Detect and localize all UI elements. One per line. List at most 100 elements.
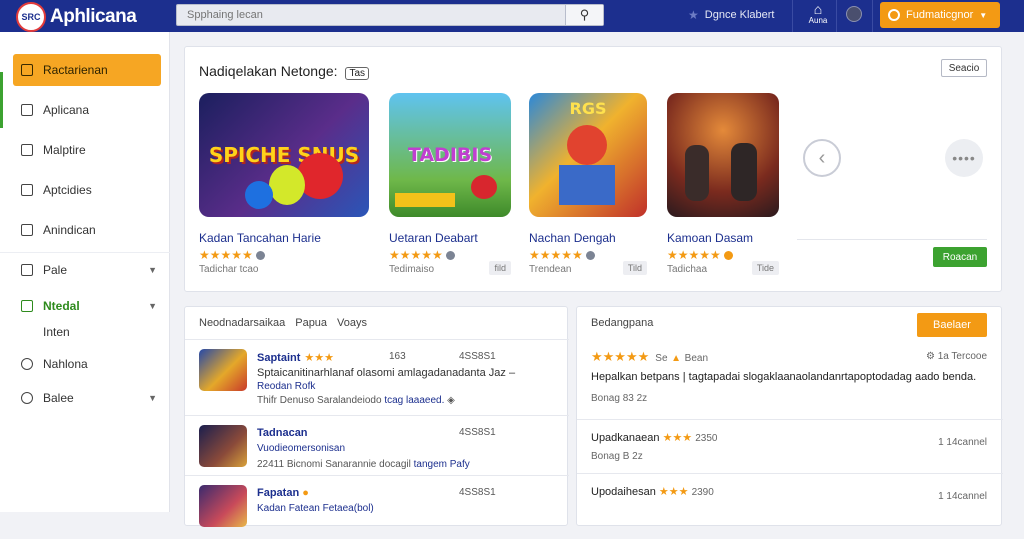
list-item-name: Fapatan — [257, 487, 300, 499]
list-item[interactable]: Fapatan ● 4SS8S1 Kadan Fatean Fetaea(bol… — [199, 483, 559, 539]
app-thumbnail: TADIBIS — [389, 93, 511, 217]
list-item-title: Saptaint ★★★ — [257, 351, 334, 364]
chevron-down-icon: ▼ — [148, 301, 157, 311]
top-bar: SRC Aphlicana ⚲ ★ Dgnce Klabert ⌂ Auna F… — [0, 0, 1024, 32]
app-thumbnail: SPICHE SNUS — [199, 93, 369, 217]
list-item-subtitle: Vuodieomersonisan — [257, 443, 346, 454]
prev-arrow-button[interactable]: ‹ — [803, 139, 841, 177]
rating-meta: Bean — [684, 353, 709, 364]
sidebar-item-label: Aplicana — [43, 103, 90, 117]
review-author: Upadkanaean — [591, 432, 660, 444]
character-shape — [245, 181, 273, 209]
list-item[interactable]: Saptaint ★★★ 163 4SS8S1 Sptaicanitinarhla… — [199, 347, 559, 406]
chevron-left-icon: ‹ — [818, 146, 826, 169]
app-title: Nachan Dengah — [529, 231, 616, 245]
search-bar: ⚲ — [176, 4, 604, 26]
app-list-panel: Neodnadarsaikaa Papua Voays Saptaint ★★★ … — [184, 306, 569, 527]
app-card[interactable]: RGS Nachan Dengah ★★★★★ Trendean Tild — [529, 93, 647, 275]
list-item-id: 4SS8S1 — [459, 351, 496, 362]
more-button[interactable]: •••• — [945, 139, 983, 177]
cta-button[interactable]: Fudmaticgnor ▼ — [880, 2, 1000, 28]
list-item-subtitle: Reodan Rofk — [257, 381, 316, 392]
sidebar-item-aplicana[interactable]: Aplicana — [13, 94, 161, 126]
recommended-panel: Nadiqelakan Netonge: Tas Seacio SPICHE S… — [184, 46, 1002, 292]
sidebar-item-label: Malptire — [43, 143, 86, 157]
sidebar-item-malptire[interactable]: Malptire — [13, 134, 161, 166]
meta-prefix: 22411 — [257, 459, 285, 470]
green-action-button[interactable]: Roacan — [933, 247, 987, 267]
logo-text: Aphlicana — [50, 6, 137, 27]
sidebar-item-label: Inten — [43, 325, 70, 339]
list-item-meta: Thifr Denuso Saralandeiodo tcag laaaeed.… — [257, 395, 455, 406]
write-review-button[interactable]: Baelaer — [917, 313, 987, 337]
chevron-down-icon: ▼ — [148, 393, 157, 403]
section-tag: Tas — [345, 67, 369, 80]
sidebar-item-balee[interactable]: Balee ▼ — [13, 382, 161, 414]
app-thumbnail — [199, 349, 247, 391]
reviews-panel: Bedangpana Baelaer ★★★★★ Se ▲ Bean ⚙ 1a T… — [576, 306, 1003, 526]
checkbox-icon — [21, 300, 33, 312]
apps-button[interactable]: ⌂ Auna — [804, 2, 832, 30]
verified-icon — [255, 250, 265, 260]
sidebar-item-nahlona[interactable]: Nahlona — [13, 348, 161, 380]
sidebar-item-anindican[interactable]: Anindican — [13, 214, 161, 246]
sidebar-item-label: Balee — [43, 391, 74, 405]
list-item-name: Saptaint — [257, 352, 301, 364]
thumbnail-art-text — [667, 93, 779, 217]
sidebar-item-label: Ractarienan — [43, 63, 108, 77]
app-card[interactable]: Kamoan Dasam ★★★★★ Tadichaa Tide — [667, 93, 779, 275]
folder-icon — [21, 144, 33, 156]
meta-text: Denuso Saralandeiodo — [279, 395, 382, 406]
meta-link[interactable]: tcag laaaeed. — [384, 395, 444, 406]
rating-stars: ★★★★★ — [667, 248, 779, 262]
rating-stars: ★★★★★ — [199, 248, 369, 262]
sidebar-item-inten[interactable]: Inten — [13, 316, 161, 348]
app-card[interactable]: SPICHE SNUS Kadan Tancahan Harie ★★★★★ T… — [199, 93, 369, 275]
see-all-button[interactable]: Seacio — [941, 59, 987, 77]
review-count: 1 14cannel — [938, 491, 987, 502]
rating-stars: ★★★ — [662, 432, 693, 444]
list-item-title: Fapatan ● — [257, 487, 309, 499]
character-shape — [685, 145, 709, 201]
review-item[interactable]: Upadkanaean ★★★ 2350 — [591, 431, 717, 444]
review-item[interactable]: Upodaihesan ★★★ 2390 — [591, 485, 714, 498]
star-icon: ★ — [688, 8, 699, 22]
rating-meta: Se — [655, 353, 668, 364]
tab-papua[interactable]: Papua — [295, 317, 327, 329]
page-icon — [21, 104, 33, 116]
verified-icon — [585, 250, 595, 260]
search-button[interactable]: ⚲ — [565, 5, 603, 25]
review-count: 1 14cannel — [938, 437, 987, 448]
app-title: Kamoan Dasam — [667, 231, 754, 245]
sidebar-item-label: Aptcidies — [43, 183, 92, 197]
sidebar-item-label: Anindican — [43, 223, 96, 237]
sidebar-item-pale[interactable]: Pale ▼ — [13, 254, 161, 286]
tab-voays[interactable]: Voays — [337, 317, 367, 329]
sidebar-item-aptcidies[interactable]: Aptcidies — [13, 174, 161, 206]
app-card[interactable]: TADIBIS Uetaran Deabart ★★★★★ Tedimaiso … — [389, 93, 511, 275]
chevron-down-icon: ▼ — [979, 10, 988, 20]
banner-shape — [395, 193, 455, 207]
top-divider — [872, 0, 873, 32]
chevron-down-icon: ▼ — [148, 265, 157, 275]
list-item[interactable]: Tadnacan 4SS8S1 Vuodieomersonisan 22411 … — [199, 423, 559, 479]
apps-label: Auna — [808, 16, 828, 25]
sidebar-item-ractarienan[interactable]: Ractarienan — [13, 54, 161, 86]
review-author: Upodaihesan — [591, 486, 656, 498]
lock-icon — [21, 224, 33, 236]
app-tag: Tide — [751, 261, 779, 275]
app-logo[interactable]: SRC Aphlicana — [16, 2, 137, 32]
fire-icon — [723, 250, 733, 260]
meta-link[interactable]: tangem Pafy — [414, 459, 470, 470]
rating-stars: ★★★★★ — [529, 248, 647, 262]
fire-icon: ● — [302, 487, 309, 499]
search-input[interactable] — [177, 5, 565, 25]
top-nav-link[interactable]: ★ Dgnce Klabert — [688, 8, 774, 22]
review-date: Bonag 83 2z — [591, 393, 648, 404]
avatar[interactable] — [846, 6, 862, 22]
search-icon: ⚲ — [579, 7, 590, 22]
meta-text: Bicnomi Sanarannie docagil — [286, 459, 411, 470]
document-icon — [21, 184, 33, 196]
tab-neodnadarsaikaa[interactable]: Neodnadarsaikaa — [199, 317, 285, 329]
circle-icon — [21, 392, 33, 404]
